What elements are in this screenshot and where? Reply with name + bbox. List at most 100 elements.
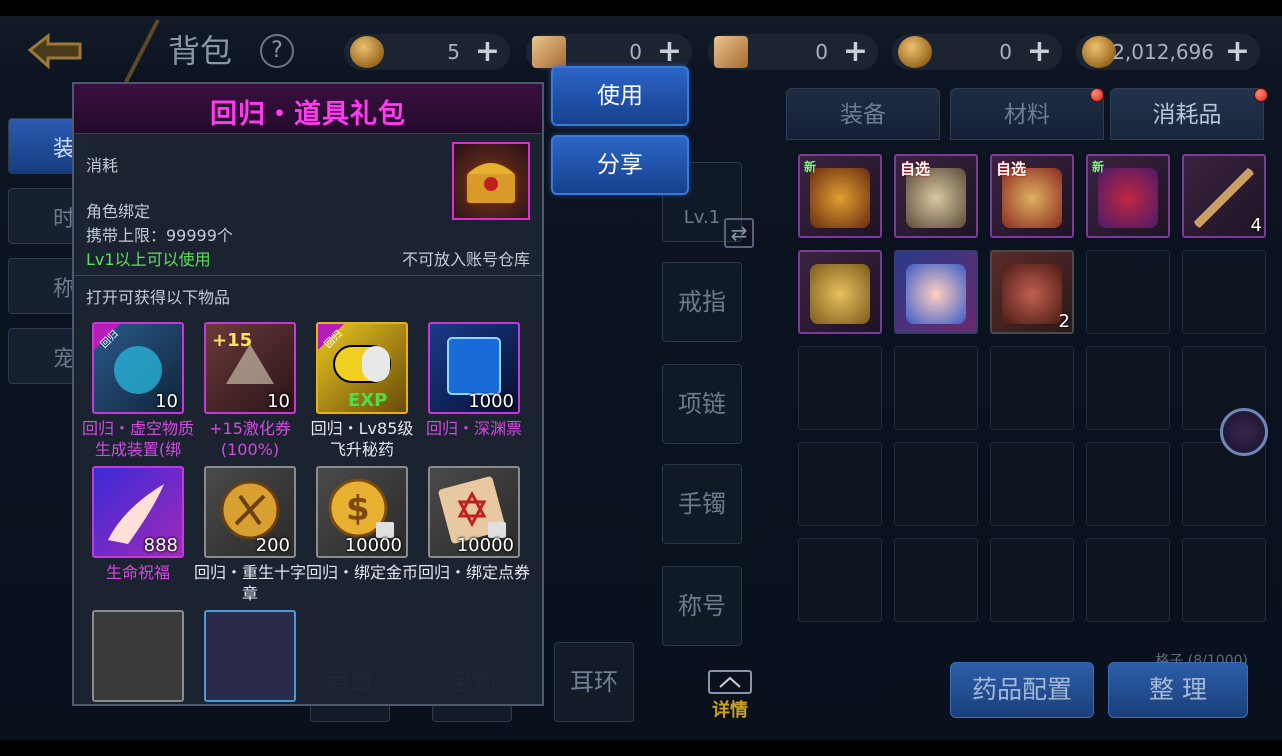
inventory-item[interactable]: 新	[798, 154, 882, 238]
popup-header: 回归・道具礼包	[74, 84, 542, 134]
detail-label: 详情	[712, 700, 748, 721]
box-icon	[810, 264, 870, 324]
item-count: 888	[143, 535, 178, 556]
inventory-item[interactable]: 4	[1182, 154, 1266, 238]
select-tag: 自选	[900, 160, 931, 178]
warehouse-note: 不可放入账号仓库	[401, 250, 530, 269]
reward-item-name: 回归・虚空物质生成装置(绑	[82, 419, 195, 459]
add-currency-button[interactable]: +	[1027, 34, 1052, 69]
add-currency-button[interactable]: +	[657, 34, 682, 69]
empty-cell[interactable]	[990, 346, 1074, 430]
item-count: 2	[1058, 311, 1070, 332]
hammer-icon	[1194, 168, 1254, 228]
earring-slot[interactable]: 耳环	[554, 642, 634, 722]
item-count: 4	[1250, 215, 1262, 236]
inventory-screen: 背包 ? 5 + 0 + 0 + 0 + 2,012,696 + 装 时 称 宠…	[0, 16, 1282, 740]
reward-item[interactable]: 10000	[428, 466, 520, 558]
item-count: 10	[155, 391, 178, 412]
title-slot[interactable]: 称号	[662, 566, 742, 646]
inventory-panel: 装备 材料 消耗品 新 自选 自选 新 4 2 格子 (8/1000) 药品配置…	[782, 88, 1282, 740]
reward-item[interactable]: 200	[204, 466, 296, 558]
sort-button[interactable]: 整 理	[1108, 662, 1248, 718]
item-count: 10000	[344, 535, 402, 556]
add-currency-button[interactable]: +	[475, 34, 500, 69]
chevron-up-icon	[708, 670, 752, 694]
inventory-item[interactable]: 2	[990, 250, 1074, 334]
empty-cell[interactable]	[1182, 250, 1266, 334]
empty-cell[interactable]	[798, 442, 882, 526]
reward-item[interactable]	[92, 610, 184, 702]
item-count: 10	[267, 391, 290, 412]
use-button[interactable]: 使用	[551, 66, 689, 126]
letterbox-bottom	[0, 740, 1282, 756]
book-icon	[1098, 168, 1158, 228]
necklace-slot[interactable]: 项链	[662, 364, 742, 444]
empty-cell[interactable]	[1086, 250, 1170, 334]
detail-button[interactable]: 详情	[706, 670, 754, 722]
reward-item-name: 生命祝福	[105, 563, 170, 582]
letterbox-top	[0, 0, 1282, 16]
share-button[interactable]: 分享	[551, 135, 689, 195]
inventory-item[interactable]	[798, 250, 882, 334]
empty-cell[interactable]	[894, 538, 978, 622]
inventory-item[interactable]: 新	[1086, 154, 1170, 238]
reward-item[interactable]: EXP 回归	[316, 322, 408, 414]
reward-item[interactable]: $ 10000	[316, 466, 408, 558]
back-arrow-icon[interactable]	[22, 30, 92, 76]
treasure-chest-icon	[452, 142, 530, 220]
empty-cell[interactable]	[1182, 538, 1266, 622]
tab-equipment[interactable]: 装备	[786, 88, 940, 140]
notification-dot-icon	[1254, 88, 1268, 102]
select-tag: 自选	[996, 160, 1027, 178]
tab-consumables[interactable]: 消耗品	[1110, 88, 1264, 140]
tab-materials[interactable]: 材料	[950, 88, 1104, 140]
chest-icon	[810, 168, 870, 228]
reward-item[interactable]: 888	[92, 466, 184, 558]
empty-cell[interactable]	[990, 538, 1074, 622]
empty-cell[interactable]	[1086, 442, 1170, 526]
empty-cell[interactable]	[1086, 538, 1170, 622]
currency-1: 5 +	[344, 34, 510, 70]
inventory-item[interactable]	[894, 250, 978, 334]
contents-header: 打开可获得以下物品	[86, 288, 231, 307]
bracelet-slot[interactable]: 手镯	[662, 464, 742, 544]
coin-icon	[898, 36, 932, 68]
hand-icon	[906, 264, 966, 324]
popup-title: 回归・道具礼包	[210, 99, 406, 130]
item-count: 200	[255, 535, 290, 556]
currency-value: 2,012,696	[1112, 40, 1214, 64]
empty-cell[interactable]	[990, 442, 1074, 526]
inventory-item[interactable]: 自选	[990, 154, 1074, 238]
inventory-item[interactable]: 自选	[894, 154, 978, 238]
empty-cell[interactable]	[1182, 442, 1266, 526]
empty-cell[interactable]	[894, 346, 978, 430]
empty-cell[interactable]	[894, 442, 978, 526]
add-currency-button[interactable]: +	[843, 34, 868, 69]
add-currency-button[interactable]: +	[1225, 34, 1250, 69]
divider	[74, 275, 542, 276]
potion-config-button[interactable]: 药品配置	[950, 662, 1094, 718]
svg-text:+15: +15	[212, 330, 252, 351]
item-category: 消耗	[86, 156, 119, 175]
swap-icon[interactable]: ⇄	[724, 218, 754, 248]
reward-item-name: 回归・重生十字章	[194, 563, 307, 603]
bound-gold-icon	[1082, 36, 1116, 68]
reward-item-name: +15激化券(100%)	[209, 419, 291, 459]
empty-cell[interactable]	[798, 346, 882, 430]
reward-item-name: 回归・Lv85级飞升秘药	[310, 419, 414, 459]
reward-item[interactable]: +15 10	[204, 322, 296, 414]
currency-value: 5	[447, 40, 460, 64]
reward-item[interactable]: 1000	[428, 322, 520, 414]
help-button[interactable]: ?	[260, 34, 294, 68]
coin-icon	[350, 36, 384, 68]
new-tag: 新	[1092, 160, 1105, 174]
floating-orb-icon[interactable]	[1220, 408, 1268, 456]
ring-slot[interactable]: 戒指	[662, 262, 742, 342]
currency-3: 0 +	[708, 34, 878, 70]
reward-item[interactable]	[204, 610, 296, 702]
new-tag: 新	[804, 160, 817, 174]
empty-cell[interactable]	[798, 538, 882, 622]
reward-item[interactable]: 回归 10	[92, 322, 184, 414]
empty-cell[interactable]	[1086, 346, 1170, 430]
monster-icon	[1002, 264, 1062, 324]
